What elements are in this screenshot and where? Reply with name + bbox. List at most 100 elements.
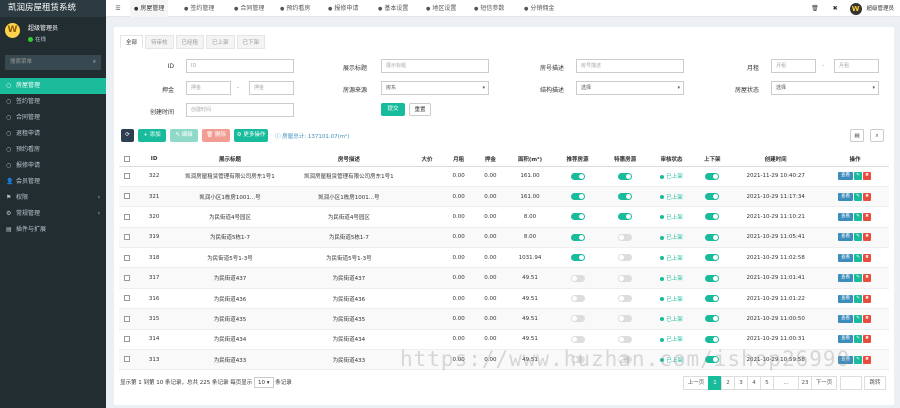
page-link[interactable]: 2 [721,376,735,390]
filter-state-select[interactable]: 选择 ▾ [771,81,879,95]
delete-icon[interactable]: ✖ [862,233,871,242]
menu-search-input[interactable]: 搜索菜单 ⌕ [5,55,101,70]
row-checkbox[interactable] [123,213,130,220]
top-tab-3[interactable]: ● 预约看房 [276,0,314,17]
status-tab-3[interactable]: 已上架 [206,35,235,49]
sidebar-item-7[interactable]: ⚑ 权限 ‹ [0,190,106,206]
page-size-select[interactable]: 10 ▾ [254,377,274,388]
row-checkbox[interactable] [123,356,130,363]
column-header[interactable]: 推荐房源 [553,152,602,167]
shelf-toggle[interactable] [705,274,720,282]
column-header[interactable]: 月租 [442,152,475,167]
top-tab-6[interactable]: ● 地区设置 [422,0,460,17]
delete-icon[interactable]: ✖ [862,274,871,283]
column-header[interactable]: 面积(m²) [506,152,554,167]
row-checkbox[interactable] [123,172,130,179]
shelf-toggle[interactable] [705,335,720,343]
special-toggle[interactable] [618,193,633,201]
status-tab-0[interactable]: 全部 [120,35,144,49]
sidebar-item-6[interactable]: 👤 会员管理 [0,174,106,190]
sidebar-item-4[interactable]: ○ 预约看房 [0,142,106,158]
filter-created-input[interactable]: 创建时间 [186,103,294,117]
menu-toggle-icon[interactable]: ☰ [112,0,124,17]
filter-deposit-min-input[interactable]: 押金 [186,81,231,95]
table-row[interactable]: 321 凯润小区1栋房1001...号 凯润小区1栋房1001...号 0.00 0.0… [119,186,889,208]
recommend-toggle[interactable] [570,274,585,282]
row-checkbox[interactable] [123,295,130,302]
special-toggle[interactable] [618,233,633,241]
special-toggle[interactable] [618,295,633,303]
table-row[interactable]: 317 为民街道437 为民街道437 0.00 0.00 49.51 已上架 2021-10… [119,267,889,289]
sidebar-item-1[interactable]: ○ 签约管理 [0,94,106,110]
special-toggle[interactable] [618,315,633,323]
page-link[interactable]: 23 [798,376,812,390]
submit-button[interactable]: 提交 [381,103,405,116]
filter-rent-max-input[interactable]: 月租 [834,59,879,73]
page-jump-button[interactable]: 跳转 [864,376,886,390]
edit-icon[interactable]: ✎ [853,355,862,364]
edit-icon[interactable]: ✎ [853,192,862,201]
row-checkbox[interactable] [123,193,130,200]
column-header[interactable]: 大价 [411,152,443,167]
column-header[interactable]: 审核状态 [648,152,695,167]
edit-icon[interactable]: ✎ [853,335,862,344]
table-search-button[interactable]: ⌕ [870,129,884,142]
trash-icon[interactable]: 🗑 [811,5,819,12]
status-tab-4[interactable]: 已下架 [236,35,266,49]
edit-icon[interactable]: ✎ [853,253,862,262]
view-button[interactable]: 查看 [837,192,853,201]
sidebar-item-9[interactable]: ▤ 插件与扩展 [0,222,106,238]
edit-icon[interactable]: ✎ [853,274,862,283]
filter-title-input[interactable]: 展示标题 [381,59,489,73]
top-tab-8[interactable]: ● 分销佣金 [520,0,558,17]
edit-button[interactable]: ✎ 编辑 [170,129,198,142]
sidebar-item-0[interactable]: ○ 房屋管理 [0,78,106,94]
delete-icon[interactable]: ✖ [862,314,871,323]
top-tab-2[interactable]: ● 合同管理 [230,0,268,17]
column-header[interactable]: 创建时间 [730,152,821,167]
status-tab-2[interactable]: 已经租 [175,35,205,49]
special-toggle[interactable] [618,274,633,282]
delete-button[interactable]: 🗑 删除 [202,129,230,142]
columns-toggle-button[interactable]: ▤ [850,129,864,142]
recommend-toggle[interactable] [570,335,585,343]
reset-button[interactable]: 重置 [409,103,431,116]
filter-src-select[interactable]: 房东 ▾ [381,81,489,95]
edit-icon[interactable]: ✎ [853,212,862,221]
view-button[interactable]: 查看 [837,172,853,181]
view-button[interactable]: 查看 [837,274,853,283]
view-button[interactable]: 查看 [837,212,853,221]
view-button[interactable]: 查看 [837,335,853,344]
row-checkbox[interactable] [123,234,130,241]
filter-category-select[interactable]: 选择 ▾ [576,81,684,95]
page-link[interactable]: 4 [747,376,761,390]
top-tab-0[interactable]: ● 房屋管理 [130,0,169,17]
recommend-toggle[interactable] [570,315,585,323]
view-button[interactable]: 查看 [837,253,853,262]
table-row[interactable]: 322 凯润房屋租赁管理有限公司房东1号1 凯润房屋租赁管理有限公司房东1号1 0.0… [119,166,889,187]
special-toggle[interactable] [618,172,633,180]
row-checkbox[interactable] [123,336,130,343]
recommend-toggle[interactable] [570,172,585,180]
column-header[interactable]: 上下架 [694,152,731,167]
select-all-checkbox[interactable] [123,155,130,162]
special-toggle[interactable] [618,254,633,262]
special-toggle[interactable] [618,335,633,343]
column-header[interactable]: 操作 [820,152,889,167]
delete-icon[interactable]: ✖ [862,212,871,221]
top-tab-4[interactable]: ● 报修申请 [324,0,362,17]
shelf-toggle[interactable] [705,233,720,241]
top-tab-1[interactable]: ● 签约管理 [180,0,218,17]
page-link[interactable]: 下一页 [811,376,837,390]
shelf-toggle[interactable] [705,213,720,221]
filter-room-input[interactable]: 房号描述 [576,59,684,73]
shelf-toggle[interactable] [705,254,720,262]
view-button[interactable]: 查看 [837,314,853,323]
edit-icon[interactable]: ✎ [853,314,862,323]
edit-icon[interactable]: ✎ [853,294,862,303]
column-header[interactable]: 展示标题 [173,152,287,167]
column-header[interactable]: 特惠房源 [601,152,649,167]
fullscreen-icon[interactable]: ✖ [833,5,838,12]
table-row[interactable]: 315 为民街道435 为民街道435 0.00 0.00 49.51 已上架 2021-10… [119,308,889,330]
delete-icon[interactable]: ✖ [862,355,871,364]
